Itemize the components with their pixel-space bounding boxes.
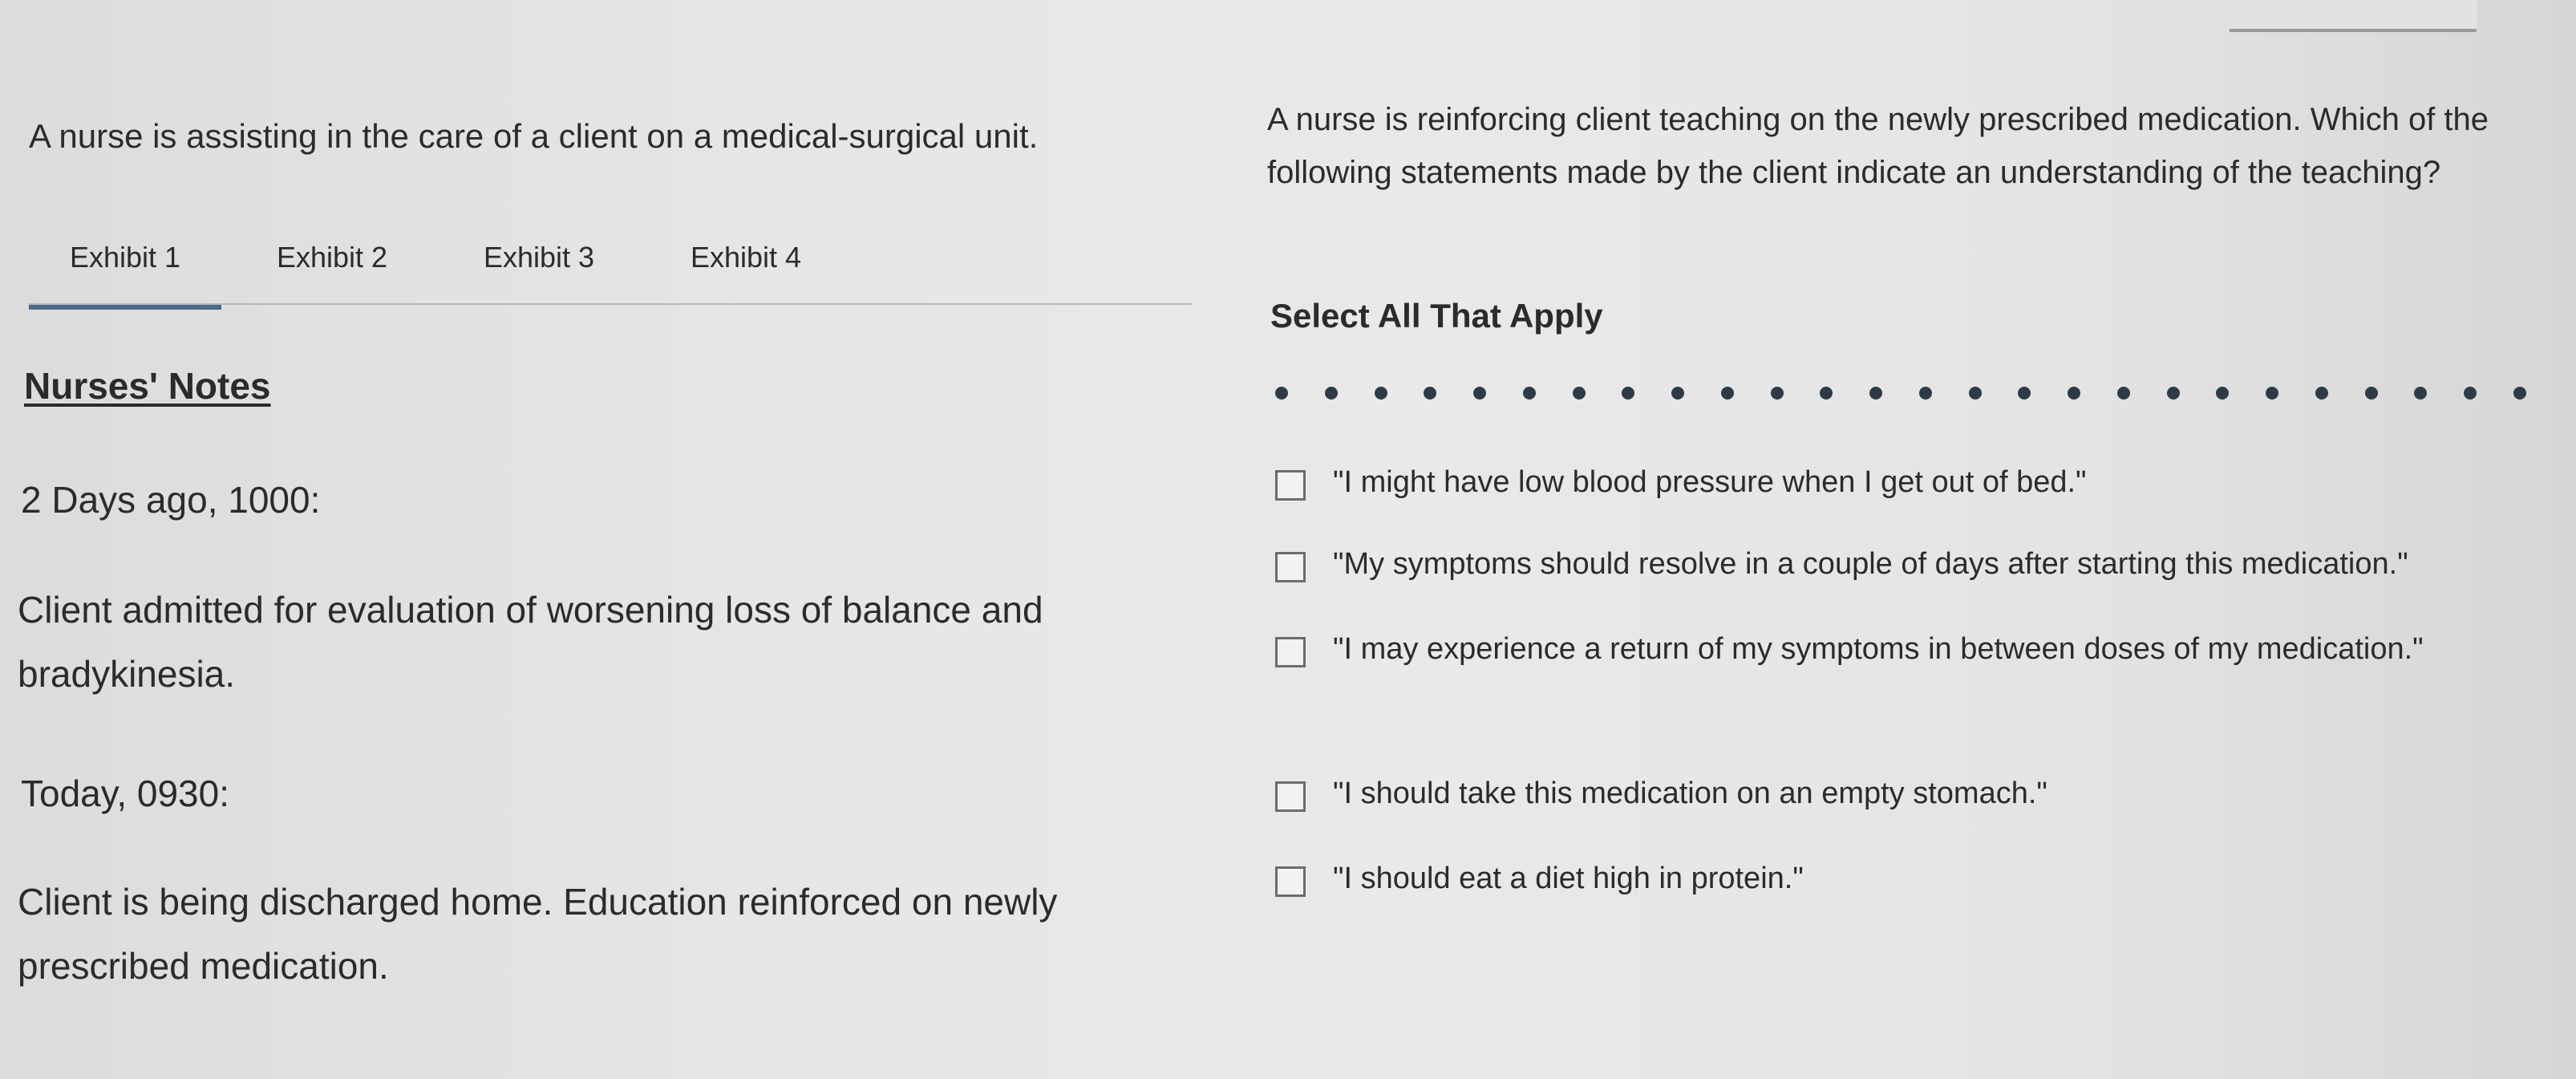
- divider-dot: [2166, 387, 2180, 400]
- divider-dot: [2513, 387, 2526, 400]
- tab-label: Exhibit 2: [276, 241, 388, 274]
- divider-dot: [1869, 387, 1882, 400]
- divider-dot: [1374, 387, 1387, 400]
- tab-exhibit-2[interactable]: Exhibit 2: [236, 237, 428, 310]
- option-4[interactable]: "I should take this medication on an emp…: [1275, 777, 2558, 825]
- tab-label: Exhibit 3: [483, 241, 595, 274]
- scenario-stem: A nurse is assisting in the care of a cl…: [29, 117, 1039, 155]
- question-panel: A nurse is reinforcing client teaching o…: [1251, 0, 2576, 1079]
- option-3[interactable]: "I may experience a return of my symptom…: [1275, 632, 2558, 680]
- checkbox[interactable]: [1275, 552, 1306, 582]
- option-5[interactable]: "I should eat a diet high in protein.": [1275, 862, 2558, 910]
- nurses-notes-heading: Nurses' Notes: [24, 365, 271, 407]
- select-all-instruction: Select All That Apply: [1270, 297, 1603, 335]
- divider-dot: [2068, 387, 2080, 400]
- divider-dot: [1968, 387, 1982, 400]
- option-2[interactable]: "My symptoms should resolve in a couple …: [1275, 547, 2558, 595]
- checkbox[interactable]: [1275, 866, 1306, 897]
- divider-dot: [1572, 387, 1586, 400]
- divider-dot: [1671, 387, 1684, 400]
- note-timestamp: 2 Days ago, 1000:: [21, 479, 321, 521]
- tab-label: Exhibit 1: [69, 241, 181, 274]
- divider-dot: [2464, 387, 2477, 400]
- divider-dot: [1324, 387, 1338, 400]
- divider-dot: [1622, 387, 1635, 400]
- dotted-divider: [1275, 383, 2526, 403]
- option-label: "My symptoms should resolve in a couple …: [1333, 547, 2408, 581]
- divider-dot: [1770, 387, 1784, 400]
- option-1[interactable]: "I might have low blood pressure when I …: [1275, 465, 2558, 513]
- option-label: "I should take this medication on an emp…: [1333, 777, 2047, 810]
- divider-dot: [2216, 387, 2230, 400]
- option-label: "I may experience a return of my symptom…: [1333, 632, 2424, 666]
- divider-dot: [1820, 387, 1833, 400]
- divider-dot: [2266, 387, 2278, 400]
- divider-dot: [1918, 387, 1932, 400]
- option-label: "I should eat a diet high in protein.": [1333, 862, 1804, 895]
- divider-dot: [1473, 387, 1486, 400]
- divider-dot: [1424, 387, 1437, 400]
- divider-dot: [2116, 387, 2130, 400]
- note-text: Client admitted for evaluation of worsen…: [18, 589, 1043, 695]
- exhibit-panel: A nurse is assisting in the care of a cl…: [0, 0, 1219, 1079]
- question-text: A nurse is reinforcing client teaching o…: [1267, 102, 2489, 190]
- checkbox[interactable]: [1275, 470, 1306, 501]
- divider-dot: [1720, 387, 1734, 400]
- option-label: "I might have low blood pressure when I …: [1333, 465, 2087, 499]
- tab-exhibit-1[interactable]: Exhibit 1: [29, 237, 221, 310]
- note-text: Client is being discharged home. Educati…: [18, 881, 1058, 987]
- divider-dot: [1522, 387, 1536, 400]
- tab-exhibit-3[interactable]: Exhibit 3: [443, 237, 635, 310]
- divider-dot: [2414, 387, 2428, 400]
- divider-dot: [2364, 387, 2378, 400]
- tab-label: Exhibit 4: [690, 241, 802, 274]
- exhibit-tabs: Exhibit 1 Exhibit 2 Exhibit 3 Exhibit 4: [29, 233, 1192, 310]
- note-timestamp: Today, 0930:: [21, 773, 230, 814]
- tab-exhibit-4[interactable]: Exhibit 4: [650, 237, 842, 310]
- checkbox[interactable]: [1275, 637, 1306, 667]
- divider-dot: [2315, 387, 2328, 400]
- divider-dot: [2018, 387, 2031, 400]
- checkbox[interactable]: [1275, 781, 1306, 812]
- divider-dot: [1275, 387, 1288, 400]
